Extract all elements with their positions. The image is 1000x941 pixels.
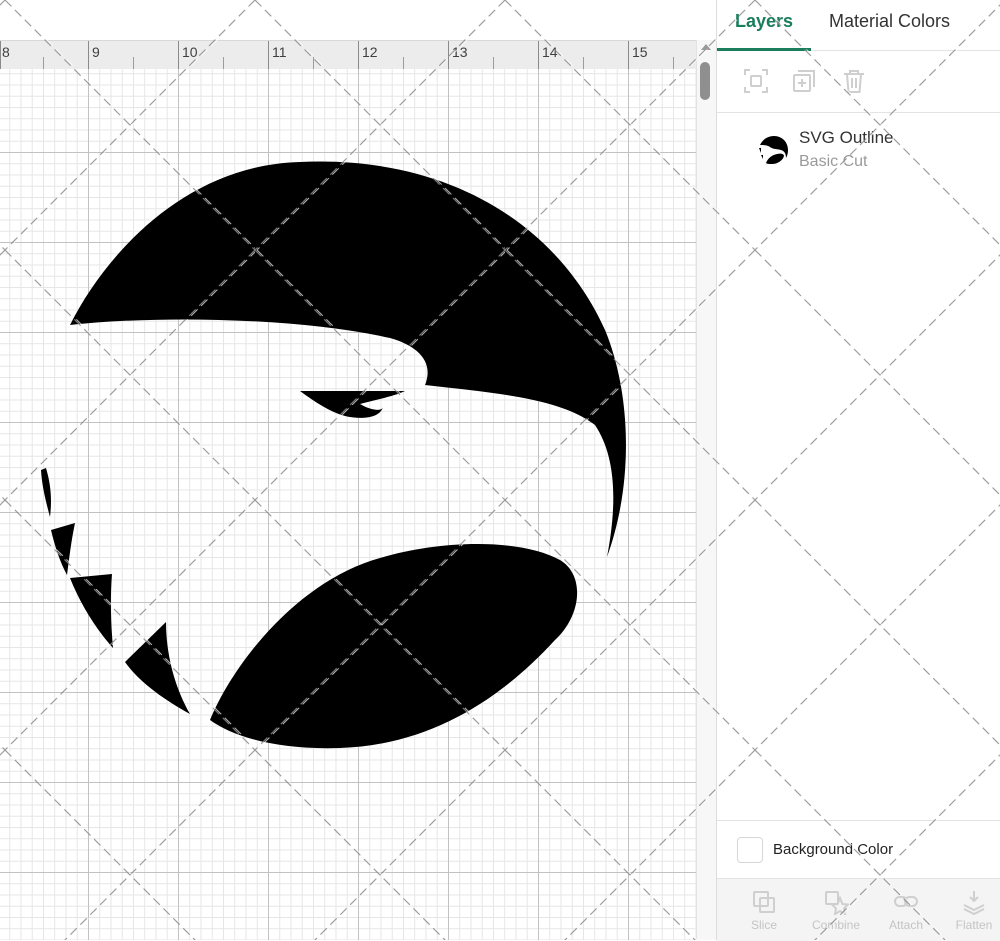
background-color-swatch[interactable] [737, 837, 763, 863]
flatten-label: Flatten [955, 918, 993, 932]
feather-2 [51, 523, 75, 575]
duplicate-icon[interactable] [789, 66, 819, 96]
scroll-thumb[interactable] [700, 62, 710, 100]
flatten-button[interactable]: Flatten [939, 885, 1000, 939]
tab-layers[interactable]: Layers [717, 0, 811, 51]
head-shape [70, 161, 626, 557]
vertical-scrollbar[interactable] [696, 40, 716, 940]
slice-button[interactable]: Slice [729, 885, 799, 939]
design-canvas[interactable]: 8 9 10 11 12 13 14 15 [0, 0, 716, 940]
attach-label: Attach [888, 918, 924, 932]
tab-material-colors[interactable]: Material Colors [829, 0, 989, 48]
slice-icon [753, 891, 775, 913]
layers-panel: Layers Material Colors SVG Outline Basic… [716, 0, 1000, 941]
beak-shape [210, 544, 578, 749]
bottom-actions-bar: Slice Combine Attach Flatten [717, 878, 1000, 941]
layer-item[interactable]: SVG Outline Basic Cut [717, 118, 1000, 182]
bird-head-logo[interactable] [0, 0, 716, 940]
scroll-up-arrow-icon[interactable] [701, 44, 711, 50]
slice-label: Slice [750, 918, 777, 932]
combine-label: Combine [811, 918, 861, 932]
layer-operation: Basic Cut [799, 153, 868, 170]
attach-button[interactable]: Attach [871, 885, 941, 939]
feather-1 [41, 468, 51, 517]
flatten-icon [963, 891, 985, 915]
attach-icon [894, 896, 918, 907]
feather-3 [70, 574, 113, 648]
background-color-row[interactable]: Background Color [717, 820, 1000, 877]
layer-name: SVG Outline [799, 128, 894, 147]
background-color-label: Background Color [773, 841, 894, 858]
combine-icon [825, 891, 849, 915]
group-icon[interactable] [741, 66, 771, 96]
panel-tabs: Layers Material Colors [717, 0, 1000, 51]
delete-icon[interactable] [839, 66, 869, 96]
feather-4 [125, 622, 190, 714]
layer-thumbnail [758, 135, 788, 165]
combine-button[interactable]: Combine [801, 885, 871, 939]
layers-toolbar [717, 50, 1000, 113]
eye-shape [300, 391, 405, 418]
